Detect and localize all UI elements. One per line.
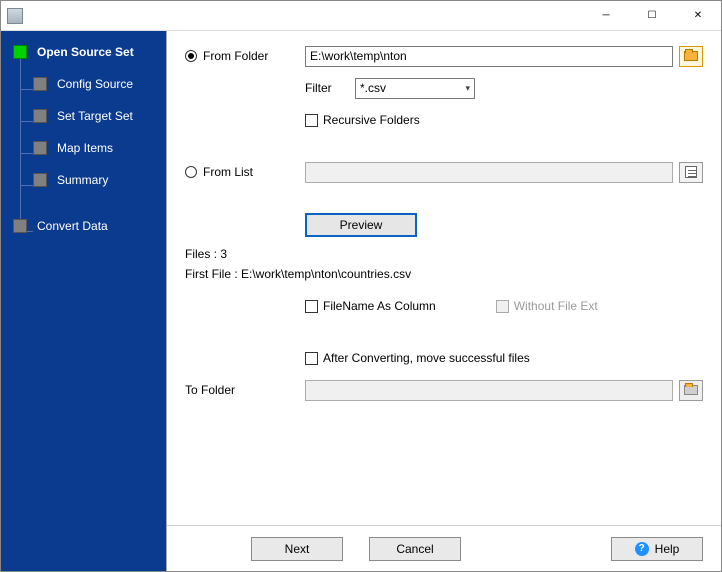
main-panel: From Folder Filter *.csv ▾ Recursive Fol… (166, 31, 721, 571)
from-list-radio[interactable] (185, 166, 197, 178)
step-node-icon (13, 45, 27, 59)
next-button[interactable]: Next (251, 537, 343, 561)
recursive-label: Recursive Folders (323, 113, 420, 127)
sidebar-item-summary[interactable]: Summary (1, 167, 166, 193)
cancel-button[interactable]: Cancel (369, 537, 461, 561)
from-folder-input[interactable] (305, 46, 673, 67)
filter-value: *.csv (360, 81, 386, 95)
maximize-button[interactable]: ☐ (629, 1, 675, 31)
without-ext-label: Without File Ext (514, 299, 598, 313)
from-list-label: From List (203, 165, 253, 179)
sidebar-item-open-source-set[interactable]: Open Source Set (1, 39, 166, 65)
sidebar-item-label: Map Items (57, 141, 113, 155)
sidebar-item-label: Set Target Set (57, 109, 133, 123)
list-icon (685, 166, 697, 178)
step-node-icon (33, 173, 47, 187)
step-node-icon (33, 109, 47, 123)
to-folder-input (305, 380, 673, 401)
from-folder-label: From Folder (203, 49, 268, 63)
minimize-button[interactable]: ─ (583, 1, 629, 31)
sidebar-item-map-items[interactable]: Map Items (1, 135, 166, 161)
wizard-sidebar: Open Source Set Config Source Set Target… (1, 31, 166, 571)
step-node-icon (13, 219, 27, 233)
step-node-icon (33, 141, 47, 155)
to-folder-label: To Folder (185, 383, 235, 397)
folder-icon (684, 385, 698, 395)
titlebar: ─ ☐ ✕ (1, 1, 721, 31)
filename-column-checkbox[interactable] (305, 300, 318, 313)
step-node-icon (33, 77, 47, 91)
filter-label: Filter (305, 81, 355, 95)
from-list-input (305, 162, 673, 183)
sidebar-item-set-target-set[interactable]: Set Target Set (1, 103, 166, 129)
app-icon (7, 8, 23, 24)
preview-button[interactable]: Preview (305, 213, 417, 237)
folder-icon (684, 51, 698, 61)
close-button[interactable]: ✕ (675, 1, 721, 31)
sidebar-item-convert-data[interactable]: Convert Data (1, 213, 166, 239)
footer: Next Cancel ? Help (167, 525, 721, 571)
without-ext-checkbox (496, 300, 509, 313)
sidebar-item-label: Open Source Set (37, 45, 134, 59)
after-convert-checkbox[interactable] (305, 352, 318, 365)
filter-select[interactable]: *.csv ▾ (355, 78, 475, 99)
help-icon: ? (635, 542, 649, 556)
from-folder-radio[interactable] (185, 50, 197, 62)
browse-folder-button[interactable] (679, 46, 703, 67)
first-file-label: First File : E:\work\temp\nton\countries… (185, 267, 703, 281)
recursive-checkbox[interactable] (305, 114, 318, 127)
browse-list-button[interactable] (679, 162, 703, 183)
chevron-down-icon: ▾ (465, 83, 470, 94)
sidebar-item-label: Convert Data (37, 219, 108, 233)
after-convert-label: After Converting, move successful files (323, 351, 530, 365)
browse-to-folder-button[interactable] (679, 380, 703, 401)
sidebar-item-config-source[interactable]: Config Source (1, 71, 166, 97)
filename-column-label: FileName As Column (323, 299, 436, 313)
files-count-label: Files : 3 (185, 247, 703, 261)
sidebar-item-label: Summary (57, 173, 108, 187)
help-button[interactable]: ? Help (611, 537, 703, 561)
sidebar-item-label: Config Source (57, 77, 133, 91)
